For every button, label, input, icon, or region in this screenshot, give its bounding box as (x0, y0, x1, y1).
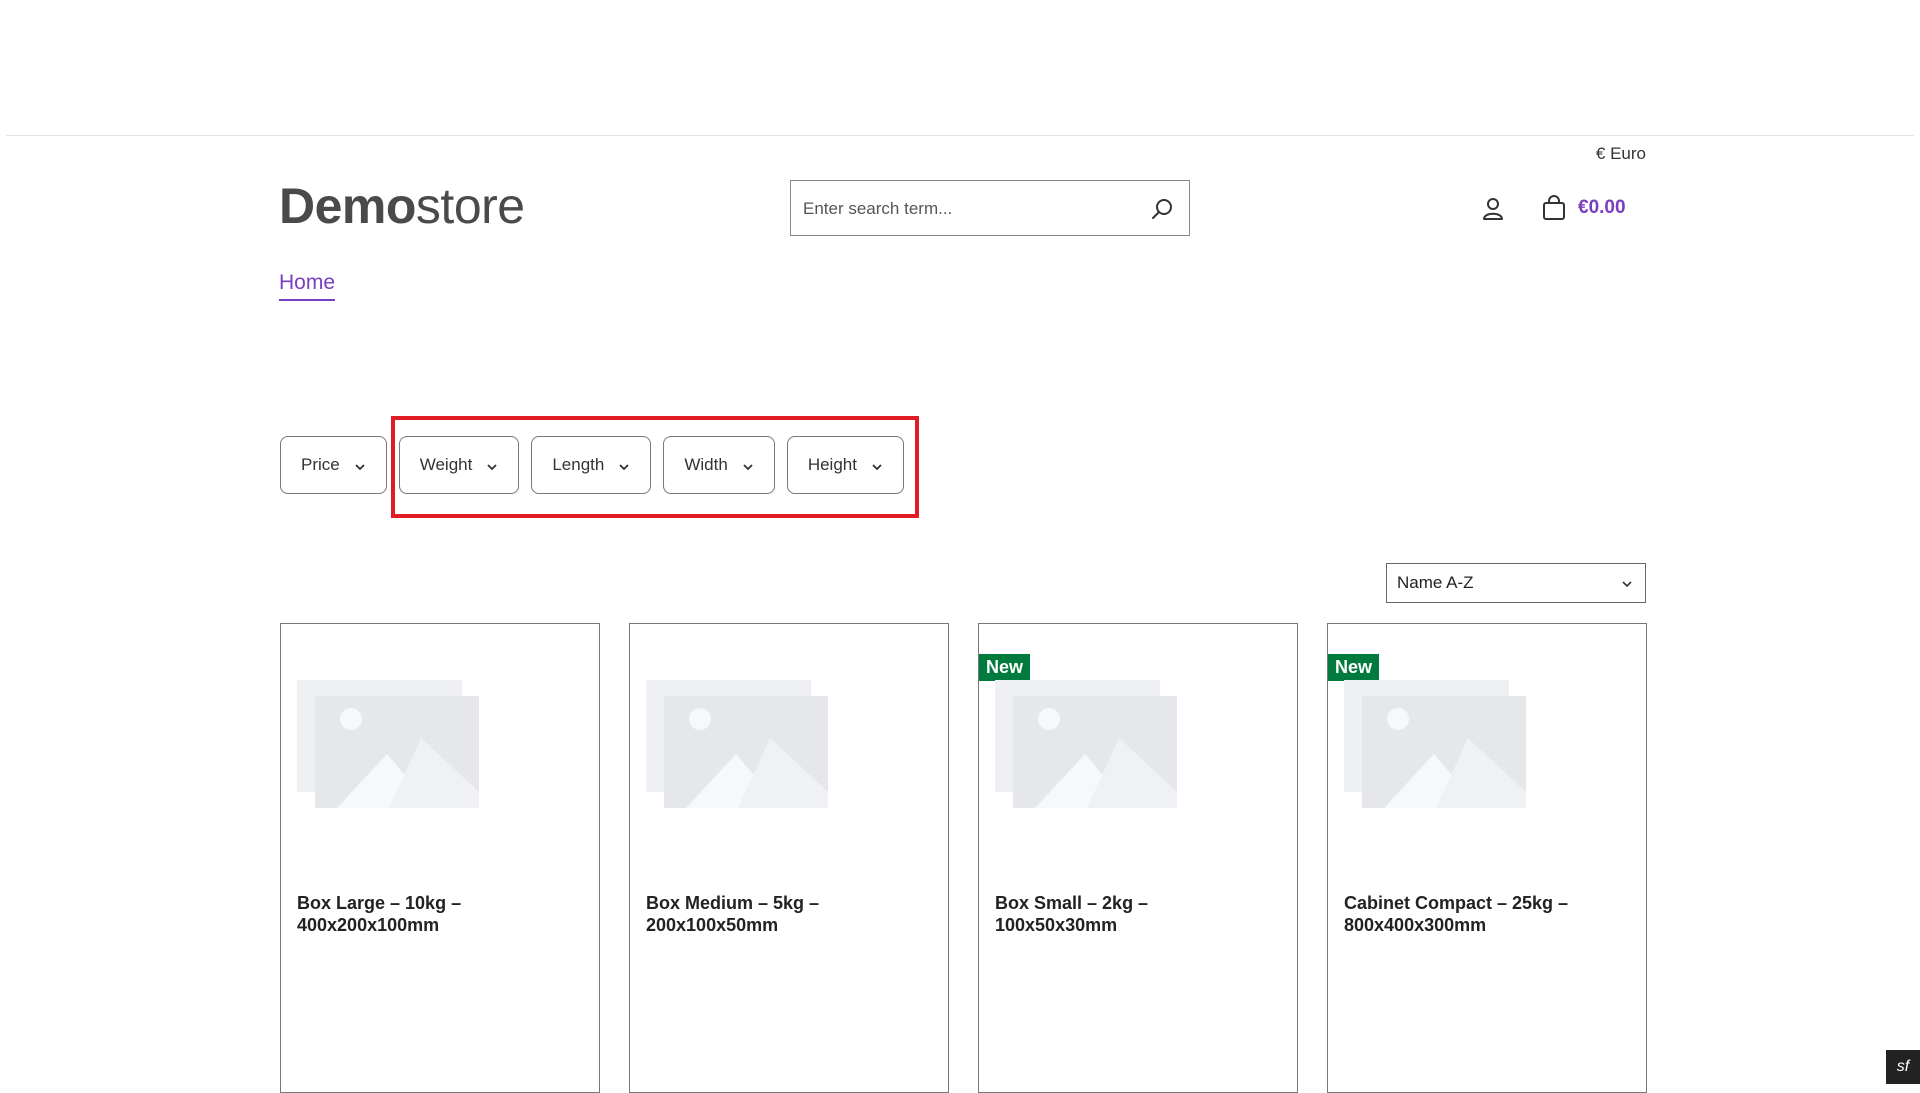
image-placeholder-icon (995, 680, 1177, 808)
filter-weight-label: Weight (419, 455, 473, 474)
chevron-down-icon (872, 464, 882, 471)
image-placeholder-icon (297, 680, 479, 808)
chevron-down-icon (355, 464, 365, 471)
image-placeholder-icon (1344, 680, 1526, 808)
product-card[interactable]: Box Medium – 5kg – 200x100x50mm (629, 623, 949, 1093)
logo-text-light: store (415, 178, 525, 234)
shopping-bag-icon (1543, 195, 1565, 220)
sort-selected-value: Name A-Z (1397, 573, 1474, 592)
logo-text-bold: Demo (279, 178, 416, 234)
product-title[interactable]: Box Small – 2kg – 100x50x30mm (995, 892, 1255, 936)
new-badge: New (1328, 654, 1380, 681)
sort-select[interactable]: Name A-Z (1386, 563, 1646, 603)
filter-width[interactable]: Width (663, 436, 775, 494)
filter-length[interactable]: Length (531, 436, 652, 494)
image-placeholder-icon (646, 680, 828, 808)
filter-height-label: Height (807, 455, 857, 474)
chevron-down-icon (619, 464, 629, 471)
nav-home-link[interactable]: Home (279, 271, 336, 301)
chevron-down-icon (743, 464, 753, 471)
filter-weight[interactable]: Weight (398, 436, 520, 494)
search-icon (1152, 199, 1172, 219)
filter-bar: Price Weight Length Width Height (280, 436, 916, 494)
product-card[interactable]: New Cabinet Compact – 25kg – 800x400x300… (1327, 623, 1647, 1093)
product-card[interactable]: New Box Small – 2kg – 100x50x30mm (978, 623, 1298, 1093)
filter-width-label: Width (684, 455, 728, 474)
product-title[interactable]: Cabinet Compact – 25kg – 800x400x300mm (1344, 892, 1604, 936)
product-title[interactable]: Box Large – 10kg – 400x200x100mm (297, 892, 557, 936)
filter-price-label: Price (301, 455, 340, 474)
filter-height[interactable]: Height (786, 436, 904, 494)
user-icon (1483, 198, 1503, 220)
currency-selector[interactable]: € Euro (1500, 144, 1646, 164)
account-button[interactable] (1480, 196, 1506, 222)
product-card[interactable]: Box Large – 10kg – 400x200x100mm (280, 623, 600, 1093)
product-title[interactable]: Box Medium – 5kg – 200x100x50mm (646, 892, 906, 936)
chevron-down-icon (1622, 581, 1632, 588)
cart-button[interactable]: €0.00 (1540, 194, 1626, 222)
filter-length-label: Length (552, 455, 605, 474)
chevron-down-icon (487, 464, 497, 471)
cart-total: €0.00 (1578, 197, 1626, 218)
search-button[interactable] (1149, 196, 1175, 222)
search-input[interactable] (801, 181, 1135, 237)
filter-price[interactable]: Price (280, 436, 387, 494)
new-badge: New (979, 654, 1031, 681)
top-divider (6, 135, 1914, 136)
store-logo[interactable]: Demostore (279, 176, 525, 236)
search-box (790, 180, 1190, 237)
symfony-toolbar-toggle[interactable]: sf (1886, 1050, 1920, 1084)
